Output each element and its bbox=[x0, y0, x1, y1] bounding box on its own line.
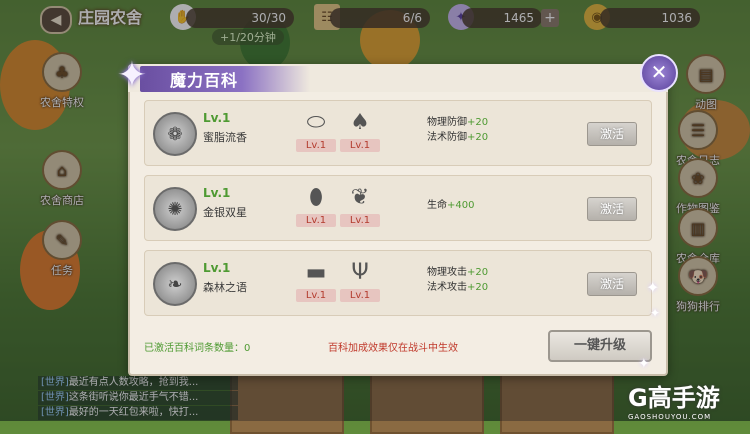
encyclopedia-row: ❧ Lv.1 森林之语 ▬ Lv.1 Ψ Lv.1 物理攻击+20 法术攻击+2… bbox=[144, 250, 652, 316]
attribute-label: 法术攻击 bbox=[427, 282, 467, 293]
attribute-value: +20 bbox=[467, 267, 489, 278]
material-level: Lv.1 bbox=[296, 289, 336, 302]
attribute-label: 生命 bbox=[427, 200, 447, 211]
attribute-line: 法术防御+20 bbox=[427, 130, 488, 145]
material-slot[interactable]: ⬮ Lv.1 bbox=[293, 182, 339, 227]
activate-button[interactable]: 激活 bbox=[587, 272, 637, 296]
attribute-line: 生命+400 bbox=[427, 198, 474, 213]
material-slot[interactable]: ♠ Lv.1 bbox=[337, 107, 383, 152]
entry-level: Lv.1 bbox=[203, 111, 231, 125]
attribute-label: 物理防御 bbox=[427, 117, 467, 128]
activated-count-label: 已激活百科词条数量：0 bbox=[144, 343, 251, 354]
close-button[interactable]: ✕ bbox=[640, 54, 678, 92]
sparkle-icon: ✦ bbox=[638, 356, 650, 372]
encyclopedia-row: ✺ Lv.1 金银双星 ⬮ Lv.1 ❦ Lv.1 生命+400 激活 bbox=[144, 175, 652, 241]
mushroom-icon: ♠ bbox=[350, 109, 370, 135]
material-slot[interactable]: ❦ Lv.1 bbox=[337, 182, 383, 227]
attribute-list: 物理攻击+20 法术攻击+20 bbox=[427, 265, 488, 295]
attribute-list: 生命+400 bbox=[427, 198, 474, 213]
material-level: Lv.1 bbox=[296, 214, 336, 227]
attribute-list: 物理防御+20 法术防御+20 bbox=[427, 115, 488, 145]
dialog-header: 魔力百科 ✦ bbox=[117, 56, 668, 96]
entry-level: Lv.1 bbox=[203, 261, 231, 275]
dialog-title: 魔力百科 bbox=[170, 71, 239, 90]
honey-entry-icon: ❁ bbox=[153, 112, 197, 156]
battle-only-note: 百科加成效果仅在战斗中生效 bbox=[328, 343, 458, 354]
feather-icon: ❦ bbox=[350, 184, 370, 210]
activate-button[interactable]: 激活 bbox=[587, 197, 637, 221]
watermark-url: GAOSHOUYOU.COM bbox=[628, 413, 712, 421]
one-click-upgrade-button[interactable]: 一键升级 bbox=[548, 330, 652, 362]
magic-encyclopedia-dialog: 魔力百科 ✦ ✕ ❁ Lv.1 蜜脂流香 ⬭ Lv.1 ♠ Lv.1 物理防御+… bbox=[117, 54, 678, 376]
attribute-line: 物理防御+20 bbox=[427, 115, 488, 130]
cocoon-icon: ⬮ bbox=[309, 184, 323, 210]
material-slot[interactable]: ⬭ Lv.1 bbox=[293, 107, 339, 152]
activate-button[interactable]: 激活 bbox=[587, 122, 637, 146]
forest-entry-icon: ❧ bbox=[153, 262, 197, 306]
attribute-value: +20 bbox=[467, 132, 489, 143]
attribute-label: 物理攻击 bbox=[427, 267, 467, 278]
watermark: G高手游 GAOSHOUYOU.COM bbox=[628, 378, 746, 421]
material-level: Lv.1 bbox=[340, 214, 380, 227]
attribute-value: +20 bbox=[467, 117, 489, 128]
close-icon: ✕ bbox=[650, 60, 668, 84]
entry-name: 蜜脂流香 bbox=[203, 131, 247, 144]
attribute-line: 法术攻击+20 bbox=[427, 280, 488, 295]
material-level: Lv.1 bbox=[340, 289, 380, 302]
encyclopedia-row: ❁ Lv.1 蜜脂流香 ⬭ Lv.1 ♠ Lv.1 物理防御+20 法术防御+2… bbox=[144, 100, 652, 166]
attribute-value: +400 bbox=[447, 200, 475, 211]
silver-star-entry-icon: ✺ bbox=[153, 187, 197, 231]
star-icon: ✦ bbox=[116, 55, 148, 96]
material-slot[interactable]: Ψ Lv.1 bbox=[337, 257, 383, 302]
log-wood-icon: ▬ bbox=[305, 259, 327, 285]
entry-level: Lv.1 bbox=[203, 186, 231, 200]
material-level: Lv.1 bbox=[296, 139, 336, 152]
entry-name: 金银双星 bbox=[203, 206, 247, 219]
material-level: Lv.1 bbox=[340, 139, 380, 152]
watermark-logo: G高手游 bbox=[628, 384, 720, 412]
stone-icon: ⬭ bbox=[306, 109, 326, 135]
entry-name: 森林之语 bbox=[203, 281, 247, 294]
material-slot[interactable]: ▬ Lv.1 bbox=[293, 257, 339, 302]
sparkle-icon: ✦ bbox=[646, 278, 660, 297]
attribute-value: +20 bbox=[467, 282, 489, 293]
attribute-line: 物理攻击+20 bbox=[427, 265, 488, 280]
sparkle-icon: ✦ bbox=[650, 306, 661, 320]
encyclopedia-list[interactable]: ❁ Lv.1 蜜脂流香 ⬭ Lv.1 ♠ Lv.1 物理防御+20 法术防御+2… bbox=[144, 100, 652, 320]
antler-icon: Ψ bbox=[351, 259, 369, 285]
attribute-label: 法术防御 bbox=[427, 132, 467, 143]
